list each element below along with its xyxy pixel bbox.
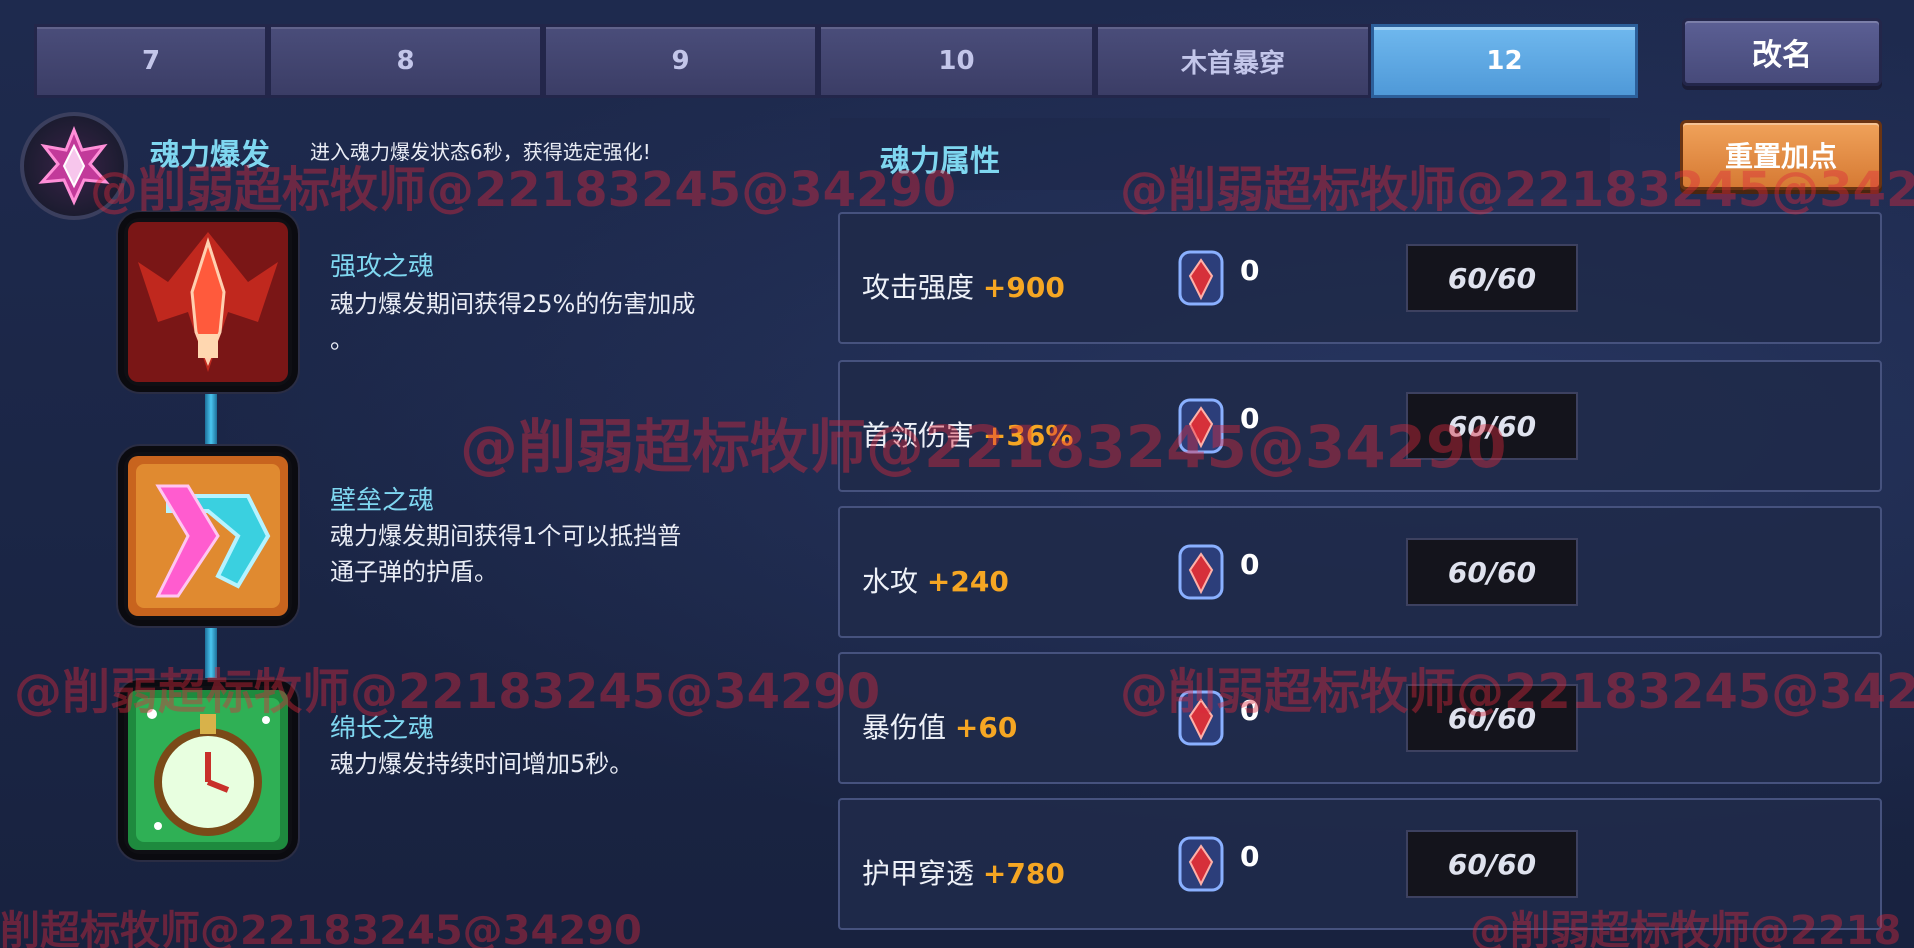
soul-gem-icon[interactable] [1176,248,1226,308]
attribute-label: 护甲穿透 +780 [862,852,1065,892]
skill-description-line: 魂力爆发持续时间增加5秒。 [330,750,634,778]
attribute-progress: 60/60 [1406,538,1578,606]
attribute-name: 攻击强度 [862,271,975,304]
tab-9[interactable]: 9 [543,24,818,98]
soul-crystal-icon [20,112,128,220]
skill-connector [205,388,217,446]
skill-name: 强攻之魂 [330,252,435,282]
rename-button[interactable]: 改名 [1682,18,1882,86]
attribute-row-water-attack: 水攻 +240 0 60/60 [838,506,1882,638]
tab-10[interactable]: 10 [818,24,1095,98]
skill-description-line: 魂力爆发期间获得25%的伤害加成 [330,290,696,318]
attribute-points: 0 [1240,840,1260,873]
skill-slot-longevity[interactable] [118,680,298,860]
attribute-points: 0 [1240,254,1260,287]
attributes-title: 魂力属性 [880,144,1000,179]
reset-points-button[interactable]: 重置加点 [1680,120,1882,190]
soul-burst-title: 魂力爆发 [150,138,270,173]
skill-slot-strong-attack[interactable] [118,212,298,392]
skill-description-line: 魂力爆发期间获得1个可以抵挡普 [330,522,682,550]
attribute-bonus: +240 [926,565,1009,598]
skill-description-line: 通子弹的护盾。 [330,558,498,586]
skill-description: 魂力爆发持续时间增加5秒。 [330,746,800,782]
attribute-bonus: +60 [954,711,1018,744]
attribute-row-crit-damage: 暴伤值 +60 0 60/60 [838,652,1882,784]
attribute-label: 攻击强度 +900 [862,266,1065,306]
attribute-progress: 60/60 [1406,684,1578,752]
soul-gem-icon[interactable] [1176,688,1226,748]
attribute-name: 首领伤害 [862,419,975,452]
skill-description: 魂力爆发期间获得25%的伤害加成 。 [330,286,800,358]
attribute-bonus: +780 [982,857,1065,890]
soul-burst-description: 进入魂力爆发状态6秒，获得选定强化! [310,140,651,164]
skill-slot-bulwark[interactable] [118,446,298,626]
attribute-progress: 60/60 [1406,830,1578,898]
attribute-progress: 60/60 [1406,392,1578,460]
attribute-bonus: +900 [982,271,1065,304]
attribute-row-boss-damage: 首领伤害 +36% 0 60/60 [838,360,1882,492]
attribute-label: 暴伤值 +60 [862,706,1017,746]
attribute-points: 0 [1240,694,1260,727]
soul-gem-icon[interactable] [1176,542,1226,602]
skill-connector [205,622,217,680]
tab-8[interactable]: 8 [268,24,543,98]
attribute-bonus: +36% [982,419,1074,452]
soul-burst-header: 魂力爆发 进入魂力爆发状态6秒，获得选定强化! [20,112,800,220]
attribute-name: 暴伤值 [862,711,947,744]
attribute-points: 0 [1240,548,1260,581]
tab-11[interactable]: 木首暴穿 [1095,24,1371,98]
skill-name: 壁垒之魂 [330,486,435,516]
skill-description: 魂力爆发期间获得1个可以抵挡普 通子弹的护盾。 [330,518,800,590]
soul-gem-icon[interactable] [1176,834,1226,894]
attribute-name: 水攻 [862,565,919,598]
stopwatch-icon [128,690,288,850]
attribute-label: 水攻 +240 [862,560,1009,600]
attribute-name: 护甲穿透 [862,857,975,890]
attribute-progress: 60/60 [1406,244,1578,312]
skill-description-line: 。 [330,326,354,354]
flame-sword-icon [128,222,288,382]
attribute-row-armor-pierce: 护甲穿透 +780 0 60/60 [838,798,1882,930]
attribute-row-attack: 攻击强度 +900 0 60/60 [838,212,1882,344]
tab-7[interactable]: 7 [34,24,268,98]
attribute-label: 首领伤害 +36% [862,414,1073,454]
tab-bar: 7 8 9 10 木首暴穿 12 [18,18,1638,98]
attribute-points: 0 [1240,402,1260,435]
shield-boomerang-icon [128,456,288,616]
soul-gem-icon[interactable] [1176,396,1226,456]
skill-name: 绵长之魂 [330,714,435,744]
tab-12[interactable]: 12 [1371,24,1638,98]
